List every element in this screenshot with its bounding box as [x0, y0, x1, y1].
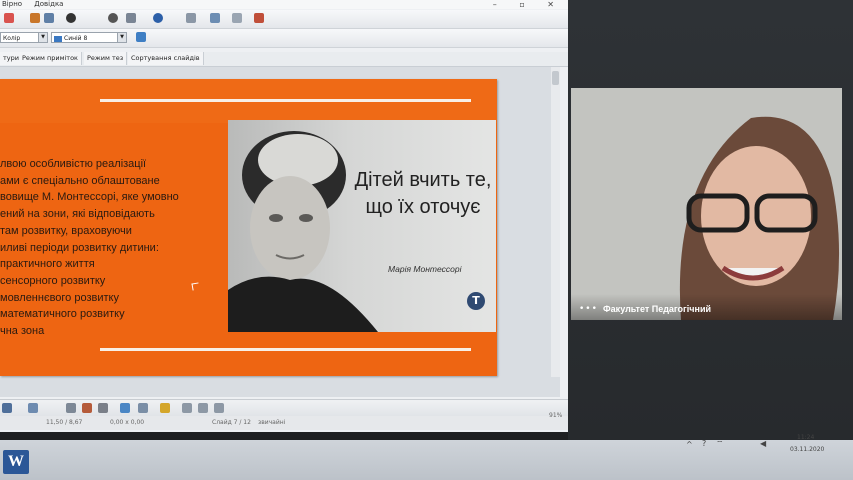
- rectangle-icon[interactable]: [66, 403, 76, 413]
- slide-text-line: ами є спеціально облаштоване: [0, 174, 160, 187]
- drawing-toolbar: [0, 399, 568, 416]
- scrollbar-thumb[interactable]: [552, 71, 559, 85]
- menu-bar: Вірно Довідка – ▫ ✕: [0, 0, 568, 9]
- select-icon[interactable]: [2, 403, 12, 413]
- extrusion-icon[interactable]: [214, 403, 224, 413]
- tab-handouts[interactable]: Режим тез: [84, 52, 128, 65]
- menu-item-help[interactable]: Довідка: [34, 0, 63, 8]
- window-controls: – ▫ ✕: [481, 0, 562, 9]
- shape-icon[interactable]: [66, 13, 76, 23]
- slide-icon[interactable]: [232, 13, 242, 23]
- chevron-down-icon: ▼: [38, 33, 47, 42]
- maximize-icon[interactable]: ▫: [519, 0, 524, 9]
- view-tabs: тури Режим приміток Режим тез Сортування…: [0, 52, 568, 67]
- presentation-app-window: Вірно Довідка – ▫ ✕ Колір ▼ Синій 8 ▼ ту…: [0, 0, 569, 432]
- color-select[interactable]: Синій 8 ▼: [51, 32, 127, 43]
- slide-indicator: Слайд 7 / 12: [212, 419, 251, 426]
- fontwork-icon[interactable]: [82, 403, 92, 413]
- portrait-body: [228, 276, 378, 332]
- help-tray-icon[interactable]: ?: [702, 439, 706, 448]
- slide-text-line: чна зона: [0, 325, 45, 338]
- slide-text-line: там розвитку, враховуючи: [0, 224, 132, 237]
- slide-text-line: мовленнєвого розвитку: [0, 291, 119, 304]
- quote-text: Дітей вчить те, що їх оточує: [353, 167, 493, 221]
- montessori-quote-image[interactable]: Дітей вчить те, що їх оточує Марія Монте…: [228, 120, 496, 332]
- more-options-icon[interactable]: •••: [579, 304, 598, 314]
- star-shape-icon[interactable]: [160, 403, 170, 413]
- main-toolbar: [0, 10, 568, 29]
- presentation-icon[interactable]: [254, 13, 264, 23]
- participant-name: Факультет Педагогічний: [603, 304, 712, 314]
- image-icon[interactable]: [186, 13, 196, 23]
- slide-text-line: вовище М. Монтессорі, яке умовно: [0, 191, 179, 204]
- line-icon[interactable]: [28, 403, 38, 413]
- participant-video-tile[interactable]: ••• Факультет Педагогічний: [571, 88, 842, 320]
- zoom-level[interactable]: 91%: [549, 409, 562, 423]
- format-toolbar: Колір ▼ Синій 8 ▼: [0, 29, 568, 48]
- portrait-eye-left: [269, 214, 283, 222]
- participant-silhouette: [571, 88, 842, 320]
- portrait-face: [250, 176, 330, 280]
- object-size: 0,00 x 0,00: [110, 419, 145, 426]
- slide-top-divider: [100, 99, 471, 102]
- color-value: Синій 8: [64, 35, 88, 42]
- clock-date[interactable]: 03.11.2020: [790, 446, 824, 453]
- paste-icon[interactable]: [4, 13, 14, 23]
- wifi-icon[interactable]: ⌔: [716, 439, 724, 449]
- slide-text-line: практичного життя: [0, 258, 95, 271]
- arrow-shape-icon[interactable]: [120, 403, 130, 413]
- system-tray: ^ ? ⌔ ◀ 11:24 03.11.2020: [672, 434, 853, 457]
- shadow-icon[interactable]: [136, 32, 146, 42]
- minimize-icon[interactable]: –: [493, 0, 497, 9]
- fill-style-label: Колір: [3, 35, 21, 42]
- university-logo-icon: Т: [467, 292, 485, 310]
- help-icon[interactable]: [153, 13, 163, 23]
- slide-text-line: математичного розвитку: [0, 308, 125, 321]
- close-icon[interactable]: ✕: [547, 0, 554, 9]
- quote-author: Марія Монтессорі: [388, 264, 462, 274]
- color-swatch: [54, 35, 62, 42]
- navigator-icon[interactable]: [108, 13, 118, 23]
- quote-line: що їх оточує: [365, 196, 481, 218]
- portrait-illustration: [228, 131, 378, 332]
- format-paint-icon[interactable]: [30, 13, 40, 23]
- slide-text-line: ений на зони, які відповідають: [0, 208, 155, 221]
- volume-icon[interactable]: ◀: [760, 439, 766, 448]
- portrait-eye-right: [299, 214, 313, 222]
- slide-canvas[interactable]: лвою особливістю реалізації ами є спеціа…: [0, 79, 497, 376]
- curve-icon[interactable]: [138, 403, 148, 413]
- gallery-icon[interactable]: [126, 13, 136, 23]
- slide-bottom-divider: [100, 348, 471, 351]
- table-icon[interactable]: [44, 13, 54, 23]
- cursor-position: 11,50 / 8,67: [46, 419, 83, 426]
- slide-text-line: иливі періоди розвитку дитини:: [0, 241, 159, 254]
- vertical-scrollbar[interactable]: [551, 67, 560, 377]
- word-app-icon[interactable]: W: [3, 450, 29, 474]
- tab-slide-sorter[interactable]: Сортування слайдів: [128, 52, 204, 65]
- chevron-up-icon[interactable]: ^: [686, 440, 693, 449]
- tab-notes[interactable]: Режим приміток: [19, 52, 82, 65]
- slide-layout: звичайні: [258, 419, 286, 426]
- mouse-cursor-icon: [191, 282, 200, 291]
- quote-line: Дітей вчить те,: [354, 169, 492, 191]
- glue-points-icon[interactable]: [198, 403, 208, 413]
- slide-text-line: лвою особливістю реалізації: [0, 158, 147, 170]
- clock-time[interactable]: 11:24: [797, 434, 814, 441]
- slide-body-text[interactable]: лвою особливістю реалізації ами є спеціа…: [0, 156, 230, 340]
- points-icon[interactable]: [182, 403, 192, 413]
- status-bar: 11,50 / 8,67 0,00 x 0,00 Слайд 7 / 12 зв…: [0, 412, 568, 430]
- ellipse-icon[interactable]: [98, 403, 108, 413]
- chart-icon[interactable]: [210, 13, 220, 23]
- chevron-down-icon: ▼: [117, 33, 126, 42]
- fill-style-combo[interactable]: Колір ▼: [0, 32, 48, 43]
- menu-item-edit[interactable]: Вірно: [2, 0, 22, 8]
